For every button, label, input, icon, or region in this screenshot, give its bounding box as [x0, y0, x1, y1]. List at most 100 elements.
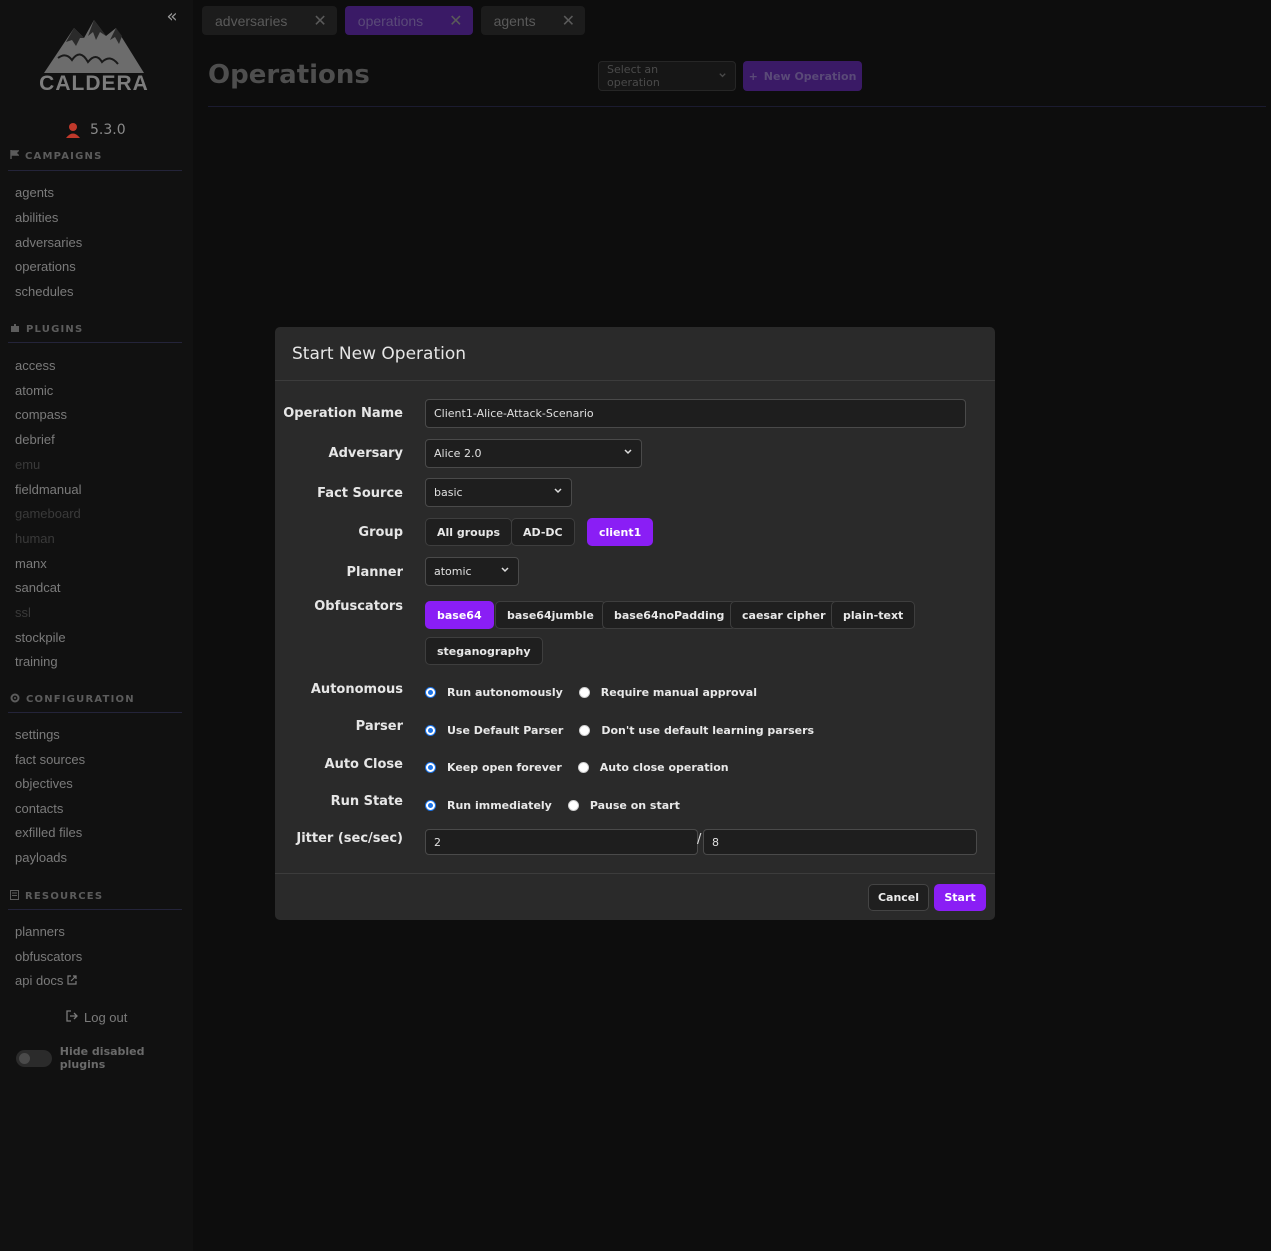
sidebar-item-human[interactable]: human — [15, 531, 55, 546]
sidebar-item-abilities[interactable]: abilities — [15, 210, 58, 225]
base64nopadding-chip[interactable]: base64noPadding — [602, 601, 737, 629]
steganography-chip[interactable]: steganography — [425, 637, 543, 665]
version-row: 5.3.0 — [66, 121, 126, 139]
sidebar-item-api-docs[interactable]: api docs — [15, 973, 78, 988]
ad-dc-chip[interactable]: AD-DC — [511, 518, 575, 546]
cancel-button[interactable]: Cancel — [868, 884, 929, 911]
pause-on-start-radio[interactable] — [567, 800, 579, 811]
sidebar-item-schedules[interactable]: schedules — [15, 284, 74, 299]
run-state-radio-group: Run immediately Pause on start — [425, 799, 680, 812]
sidebar-item-operations[interactable]: operations — [15, 259, 76, 274]
run-autonomously-radio[interactable] — [425, 687, 436, 698]
operation-select[interactable]: Select an operation — [598, 61, 736, 91]
chevron-down-icon — [553, 486, 563, 499]
tab-label: agents — [493, 12, 536, 29]
sidebar-item-settings[interactable]: settings — [15, 727, 60, 742]
run-immediately-radio[interactable] — [425, 800, 436, 811]
start-button[interactable]: Start — [934, 884, 986, 911]
keep-open-forever-radio[interactable] — [425, 762, 436, 773]
no-default-parser-radio[interactable] — [579, 725, 591, 736]
sidebar-item-access[interactable]: access — [15, 358, 55, 373]
auto-close-operation-radio[interactable] — [577, 762, 589, 773]
start-operation-modal: Start New Operation Operation Name Clien… — [275, 327, 995, 920]
fact-source-select[interactable]: basic — [425, 478, 572, 507]
sidebar-item-stockpile[interactable]: stockpile — [15, 630, 66, 645]
sidebar-item-manx[interactable]: manx — [15, 556, 47, 571]
version-label: 5.3.0 — [90, 122, 126, 138]
sidebar-item-gameboard[interactable]: gameboard — [15, 506, 81, 521]
base64-chip[interactable]: base64 — [425, 601, 494, 629]
section-plugins-label: PLUGINS — [26, 324, 84, 335]
close-icon[interactable]: ✕ — [449, 11, 462, 31]
sidebar-item-label: payloads — [15, 850, 68, 865]
sidebar-item-planners[interactable]: planners — [15, 924, 65, 939]
sidebar-item-label: planners — [15, 924, 65, 939]
mountain-logo-icon — [44, 20, 144, 73]
sidebar-item-adversaries[interactable]: adversaries — [15, 235, 82, 250]
close-icon[interactable]: ✕ — [313, 11, 326, 31]
sidebar-item-obfuscators[interactable]: obfuscators — [15, 949, 82, 964]
sidebar-item-payloads[interactable]: payloads — [15, 850, 67, 865]
user-icon[interactable] — [66, 122, 80, 138]
section-campaigns-label: CAMPAIGNS — [25, 150, 103, 162]
hide-disabled-plugins-toggle[interactable] — [16, 1049, 52, 1067]
tab-label: adversaries — [215, 12, 288, 29]
sidebar-item-label: contacts — [15, 800, 64, 816]
adversary-value: Alice 2.0 — [434, 447, 482, 460]
page-title: Operations — [208, 60, 370, 90]
tab-operations[interactable]: operations ✕ — [344, 6, 473, 35]
caldera-logo[interactable]: CALDERA — [36, 18, 152, 95]
planner-select[interactable]: atomic — [425, 557, 519, 586]
adversary-select[interactable]: Alice 2.0 — [425, 439, 642, 468]
sidebar-item-ssl[interactable]: ssl — [15, 605, 31, 620]
tab-agents[interactable]: agents ✕ — [480, 6, 586, 35]
sidebar-item-contacts[interactable]: contacts — [15, 801, 63, 816]
base64jumble-chip[interactable]: base64jumble — [495, 601, 606, 629]
all-groups-chip[interactable]: All groups — [425, 518, 512, 546]
client1-chip[interactable]: client1 — [587, 518, 654, 546]
section-campaigns: CAMPAIGNS — [10, 150, 102, 162]
logo-text: CALDERA — [39, 72, 149, 95]
jitter-max-input[interactable]: 8 — [703, 829, 977, 855]
sidebar-item-training[interactable]: training — [15, 654, 58, 669]
require-manual-approval-label: Require manual approval — [600, 686, 757, 699]
collapse-sidebar-button[interactable]: « — [163, 8, 181, 26]
sidebar-item-sandcat[interactable]: sandcat — [15, 580, 61, 595]
sidebar-item-label: manx — [15, 555, 47, 571]
sidebar-item-label: debrief — [15, 432, 55, 448]
sidebar-item-label: fact sources — [15, 751, 86, 767]
jitter-min-input[interactable]: 2 — [425, 829, 698, 855]
sidebar-item-label: gameboard — [15, 506, 81, 522]
run-immediately-label: Run immediately — [447, 799, 552, 812]
new-operation-label: New Operation — [763, 69, 857, 83]
section-configuration-label: CONFIGURATION — [26, 694, 135, 705]
sidebar-item-agents[interactable]: agents — [15, 185, 54, 200]
logout-button[interactable]: Log out — [66, 1010, 127, 1025]
close-icon[interactable]: ✕ — [562, 11, 575, 31]
sidebar-item-emu[interactable]: emu — [15, 457, 40, 472]
modal-footer: Cancel Start — [275, 873, 995, 920]
sidebar-item-atomic[interactable]: atomic — [15, 383, 53, 398]
sidebar-item-fact-sources[interactable]: fact sources — [15, 752, 85, 767]
new-operation-button[interactable]: + New Operation — [743, 61, 862, 91]
section-configuration: CONFIGURATION — [10, 693, 135, 706]
autonomous-label: Autonomous — [310, 682, 403, 697]
sidebar: « CALDERA 5.3.0 CAMPAIGNS agents abilitie… — [0, 0, 193, 1251]
sidebar-item-label: exfilled files — [15, 825, 83, 841]
book-icon — [10, 890, 19, 903]
use-default-parser-label: Use Default Parser — [447, 724, 564, 737]
section-resources-label: RESOURCES — [25, 891, 104, 902]
sidebar-item-fieldmanual[interactable]: fieldmanual — [15, 482, 82, 497]
divider — [8, 342, 182, 343]
operation-name-input[interactable]: Client1-Alice-Attack-Scenario — [425, 399, 966, 428]
plain-text-chip[interactable]: plain-text — [831, 601, 916, 629]
caesar-cipher-chip[interactable]: caesar cipher — [730, 601, 838, 629]
sidebar-item-exfilled-files[interactable]: exfilled files — [15, 825, 82, 840]
sidebar-item-debrief[interactable]: debrief — [15, 432, 55, 447]
tab-adversaries[interactable]: adversaries ✕ — [202, 6, 337, 35]
use-default-parser-radio[interactable] — [425, 725, 436, 736]
require-manual-approval-radio[interactable] — [578, 687, 590, 698]
hide-disabled-plugins-label: Hide disabled plugins — [59, 1045, 145, 1071]
sidebar-item-objectives[interactable]: objectives — [15, 776, 73, 791]
sidebar-item-compass[interactable]: compass — [15, 407, 67, 422]
